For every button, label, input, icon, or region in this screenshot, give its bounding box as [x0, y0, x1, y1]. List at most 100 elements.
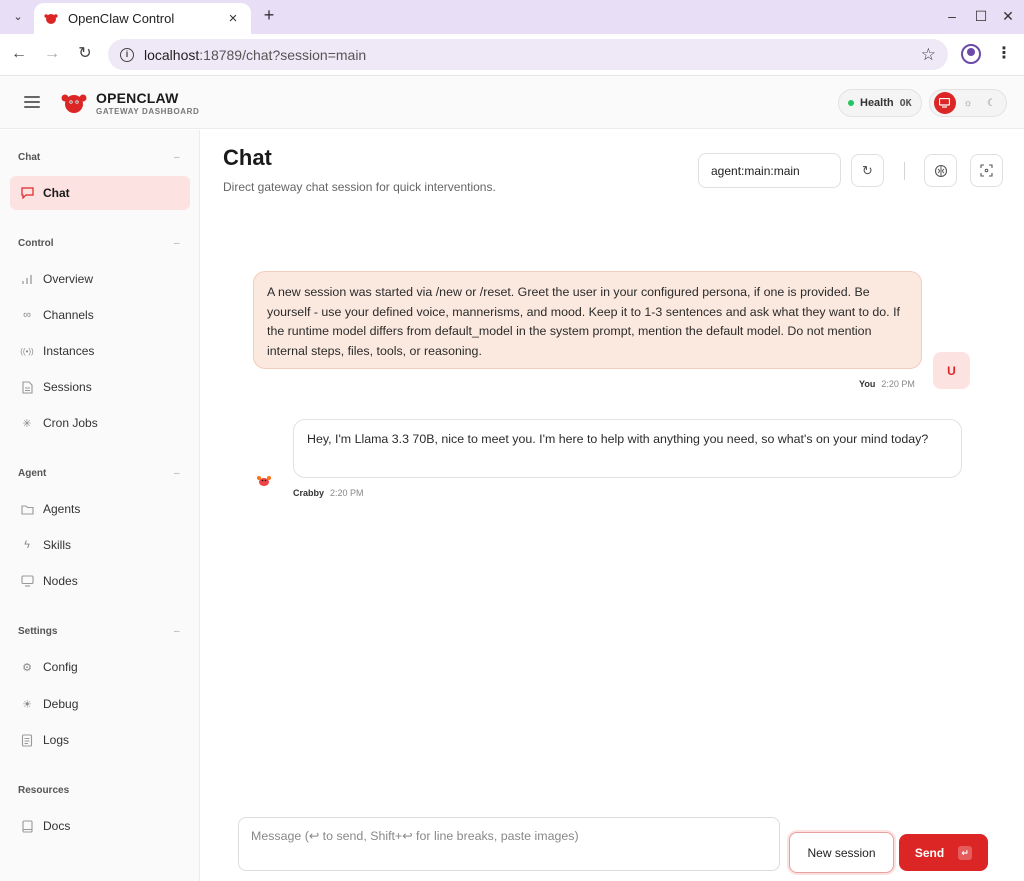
message-time: 2:20 PM	[881, 379, 915, 389]
sidebar-item-config[interactable]: ⚙ Config	[10, 650, 190, 684]
refresh-icon: ↻	[862, 162, 873, 178]
system-theme-monitor-icon[interactable]	[933, 92, 956, 114]
openclaw-favicon-icon	[44, 13, 58, 24]
book-icon	[20, 819, 34, 833]
back-button[interactable]: ←	[8, 43, 30, 65]
browser-menu-icon[interactable]: ⋮	[996, 43, 1012, 65]
page-subtitle: Direct gateway chat session for quick in…	[223, 180, 496, 194]
sidebar-item-label: Agents	[43, 502, 81, 516]
sidebar-item-debug[interactable]: ☀ Debug	[10, 687, 190, 721]
sidebar-item-label: Docs	[43, 819, 71, 833]
scroll-icon	[20, 733, 34, 747]
crab-avatar-icon	[257, 476, 271, 486]
bar-chart-icon	[20, 272, 34, 286]
sidebar-item-docs[interactable]: Docs	[10, 809, 190, 843]
session-key-select[interactable]: agent:main:main	[698, 153, 841, 188]
url-text[interactable]: localhost:18789/chat?session=main	[144, 47, 921, 63]
radio-icon: ((•))	[20, 346, 34, 356]
collapse-settings-icon[interactable]: –	[174, 626, 180, 637]
openclaw-logo	[61, 94, 87, 113]
brand-subtitle: GATEWAY DASHBOARD	[96, 107, 200, 116]
section-title-control: Control	[18, 238, 54, 249]
user-message-bubble: A new session was started via /new or /r…	[253, 271, 922, 369]
link-icon: ∞	[23, 309, 31, 321]
sidebar-item-nodes[interactable]: Nodes	[10, 564, 190, 598]
sidebar-item-overview[interactable]: Overview	[10, 262, 190, 296]
sidebar-item-label: Chat	[43, 186, 70, 200]
sidebar-item-sessions[interactable]: Sessions	[10, 370, 190, 404]
assistant-message-meta: Crabby 2:20 PM	[293, 488, 364, 498]
dark-theme-moon-icon[interactable]: ☾	[980, 92, 1002, 114]
sidebar-item-cron-jobs[interactable]: ✳ Cron Jobs	[10, 406, 190, 440]
sidebar-item-channels[interactable]: ∞ Channels	[10, 298, 190, 332]
site-info-icon[interactable]: i	[120, 47, 134, 62]
bolt-icon: ϟ	[24, 539, 30, 551]
message-input[interactable]	[238, 817, 780, 871]
collapse-control-icon[interactable]: –	[174, 238, 180, 249]
reload-button[interactable]: ↻	[74, 43, 96, 65]
profile-icon[interactable]	[961, 44, 981, 64]
light-theme-sun-icon[interactable]: ☼	[957, 92, 979, 114]
thinking-toggle-button[interactable]	[924, 154, 957, 187]
focus-icon	[980, 164, 993, 177]
page-title: Chat	[223, 145, 272, 170]
health-status-badge[interactable]: Health OK	[838, 89, 922, 117]
minimize-button[interactable]: –	[942, 6, 962, 26]
theme-toggle: ☼ ☾	[929, 89, 1007, 117]
maximize-button[interactable]: ☐	[971, 6, 991, 26]
brain-icon	[934, 164, 947, 177]
address-bar[interactable]: i localhost:18789/chat?session=main ☆	[108, 39, 948, 70]
user-avatar: U	[933, 352, 970, 389]
health-dot-icon	[848, 100, 854, 106]
bug-icon: ☀	[22, 698, 32, 711]
tab-list-menu-button[interactable]: ⌄	[6, 5, 30, 27]
tab-close-icon[interactable]: ×	[225, 10, 241, 27]
section-title-settings: Settings	[18, 626, 58, 637]
sidebar-item-label: Logs	[43, 733, 70, 747]
send-label: Send	[914, 845, 945, 860]
focus-mode-button[interactable]	[970, 154, 1003, 187]
collapse-agent-icon[interactable]: –	[174, 468, 180, 479]
toolbar-divider	[904, 162, 905, 180]
close-window-button[interactable]: ✕	[998, 6, 1018, 26]
browser-tab[interactable]: OpenClaw Control ×	[34, 3, 251, 34]
message-sender: You	[859, 379, 876, 389]
brand-name: OPENCLAW	[96, 90, 179, 106]
sidebar-item-chat[interactable]: Chat	[10, 176, 190, 210]
sidebar-item-logs[interactable]: Logs	[10, 723, 190, 757]
sidebar: Chat – Chat Control – Overview ∞ Channel…	[0, 130, 200, 881]
assistant-message-bubble: Hey, I'm Llama 3.3 70B, nice to meet you…	[293, 419, 962, 478]
sidebar-item-label: Overview	[43, 272, 94, 286]
sidebar-item-label: Skills	[43, 538, 72, 552]
gear-icon: ⚙	[22, 661, 32, 674]
message-sender: Crabby	[293, 488, 325, 498]
section-title-agent: Agent	[18, 468, 47, 479]
section-title-chat: Chat	[18, 152, 41, 163]
sidebar-item-skills[interactable]: ϟ Skills	[10, 528, 190, 562]
send-button[interactable]: Send ↵	[899, 834, 988, 871]
enter-key-icon: ↵	[958, 845, 973, 860]
monitor-icon	[20, 574, 34, 588]
app-header: OPENCLAW GATEWAY DASHBOARD Health OK ☼ ☾	[0, 77, 1024, 129]
section-title-resources: Resources	[18, 785, 70, 796]
health-value: OK	[899, 97, 912, 109]
loader-icon: ✳	[22, 417, 32, 430]
message-time: 2:20 PM	[330, 488, 364, 498]
browser-toolbar: ← → ↻ i localhost:18789/chat?session=mai…	[0, 34, 1024, 76]
hamburger-menu-icon[interactable]	[24, 96, 40, 108]
folder-icon	[20, 502, 34, 516]
sidebar-item-instances[interactable]: ((•)) Instances	[10, 334, 190, 368]
forward-button[interactable]: →	[41, 43, 63, 65]
refresh-button[interactable]: ↻	[851, 154, 884, 187]
new-tab-button[interactable]: +	[258, 5, 280, 27]
bookmark-star-icon[interactable]: ☆	[921, 45, 936, 65]
document-icon	[20, 380, 34, 394]
tab-title: OpenClaw Control	[68, 11, 175, 26]
sidebar-item-label: Config	[43, 660, 78, 674]
user-message-meta: You 2:20 PM	[859, 379, 915, 389]
sidebar-item-label: Debug	[43, 697, 79, 711]
collapse-chat-icon[interactable]: –	[174, 152, 180, 163]
sidebar-item-agents[interactable]: Agents	[10, 492, 190, 526]
new-session-button[interactable]: New session	[789, 832, 894, 873]
chat-icon	[20, 186, 34, 200]
